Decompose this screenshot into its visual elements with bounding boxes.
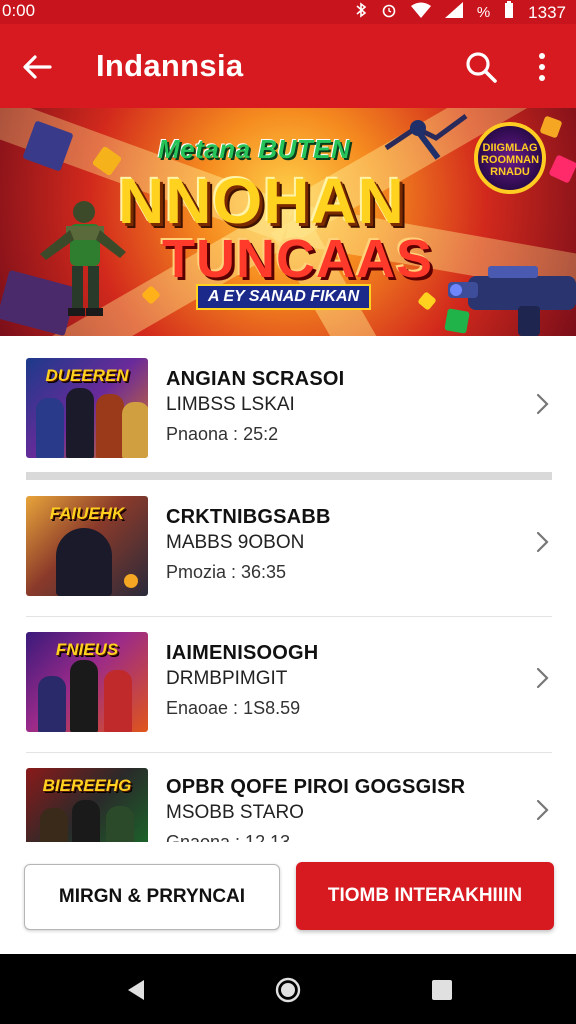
list-item[interactable]: FNIEUS IAIMENISOOGH DRMBPIMGIT Enaoae : …: [0, 618, 576, 752]
status-icons: % 1337: [355, 1, 566, 24]
more-vertical-icon[interactable]: [530, 50, 554, 84]
thumb-figure: [70, 660, 98, 732]
secondary-button[interactable]: MIRGN & PRRYNCAI: [24, 864, 280, 930]
thumb-figure: [96, 394, 124, 458]
promo-banner[interactable]: DIIGMLAG ROOMNAN RNADU Metana BUTEN NNOH…: [0, 108, 576, 336]
flying-character: [384, 113, 468, 160]
list-item[interactable]: FAIUEHK CRKTNIBGSABB MABBS 9OBON Pmozia …: [0, 482, 576, 616]
chevron-right-icon[interactable]: [534, 798, 552, 822]
item-title: IAIMENISOOGH: [166, 642, 319, 664]
thumb-figure: [36, 398, 64, 458]
item-title: ANGIAN SCRASOI: [166, 368, 345, 390]
game-thumbnail: FNIEUS: [26, 632, 148, 732]
item-subtitle: MABBS 9OBON: [166, 532, 305, 553]
thumbnail-title: FAIUEHK: [49, 504, 125, 523]
banner-headline-line1: NNOHAN: [118, 165, 405, 237]
chevron-right-icon[interactable]: [534, 530, 552, 554]
app-bar: Indannsia: [0, 24, 576, 108]
item-meta: Pnaona : 25:2: [166, 424, 279, 444]
alarm-icon: [381, 2, 397, 23]
section-divider: [26, 472, 552, 480]
game-thumbnail: FAIUEHK: [26, 496, 148, 596]
item-meta: Pmozia : 36:35: [166, 562, 287, 582]
thumb-figure: [56, 528, 112, 596]
item-subtitle: DRMBPIMGIT: [166, 668, 288, 689]
bluetooth-icon: [355, 2, 367, 23]
bottom-action-bar: MIRGN & PRRYNCAI TIOMB INTERAKHIIIN: [0, 842, 576, 954]
item-subtitle: MSOBB STARO: [166, 802, 304, 823]
banner-cube: [417, 291, 437, 311]
banner-headline-line2: TUNCAAS: [162, 229, 433, 289]
battery-icon: [504, 1, 514, 24]
chevron-right-icon[interactable]: [534, 392, 552, 416]
banner-subline: A EY SANAD FIKAN: [196, 284, 372, 310]
row-divider: [26, 752, 552, 753]
nav-back-icon[interactable]: [122, 976, 150, 1004]
arrow-left-icon[interactable]: [20, 50, 54, 84]
banner-badge: DIIGMLAG ROOMNAN RNADU: [474, 122, 546, 194]
search-icon[interactable]: [464, 50, 498, 84]
signal-icon: [444, 2, 463, 23]
nav-recents-icon[interactable]: [428, 976, 456, 1004]
thumb-figure: [66, 388, 94, 458]
item-meta: Enaoae : 1S8.59: [166, 698, 301, 718]
thumbnail-title: FNIEUS: [55, 640, 119, 659]
nav-home-icon[interactable]: [274, 976, 302, 1004]
percent-icon: %: [476, 4, 491, 21]
item-subtitle: LIMBSS LSKAI: [166, 394, 295, 415]
blaster-weapon: [448, 266, 576, 336]
thumb-figure: [104, 670, 132, 732]
thumb-figure: [38, 676, 66, 732]
thumb-figure: [124, 574, 138, 588]
banner-kicker: Metana BUTEN: [158, 134, 351, 164]
banner-cube: [548, 154, 576, 184]
chevron-right-icon[interactable]: [534, 666, 552, 690]
status-bar: 0:00 % 1337: [0, 0, 576, 24]
thumb-figure: [122, 402, 148, 458]
status-time: 0:00: [2, 1, 36, 20]
system-nav-bar: [0, 954, 576, 1024]
banner-cube: [539, 115, 563, 139]
page-title: Indannsia: [96, 48, 244, 83]
list-item[interactable]: DUEEREN ANGIAN SCRASOI LIMBSS LSKAI Pnao…: [0, 336, 576, 470]
item-title: CRKTNIBGSABB: [166, 506, 331, 528]
thumbnail-title: BIEREEHG: [42, 776, 132, 795]
status-battery-text: 1337: [528, 2, 566, 22]
row-divider: [26, 616, 552, 617]
wifi-icon: [410, 2, 431, 23]
item-title: OPBR QOFE PIROI GOGSGISR: [166, 776, 466, 798]
thumbnail-title: DUEEREN: [45, 366, 129, 385]
game-thumbnail: DUEEREN: [26, 358, 148, 458]
primary-button[interactable]: TIOMB INTERAKHIIIN: [296, 862, 554, 930]
